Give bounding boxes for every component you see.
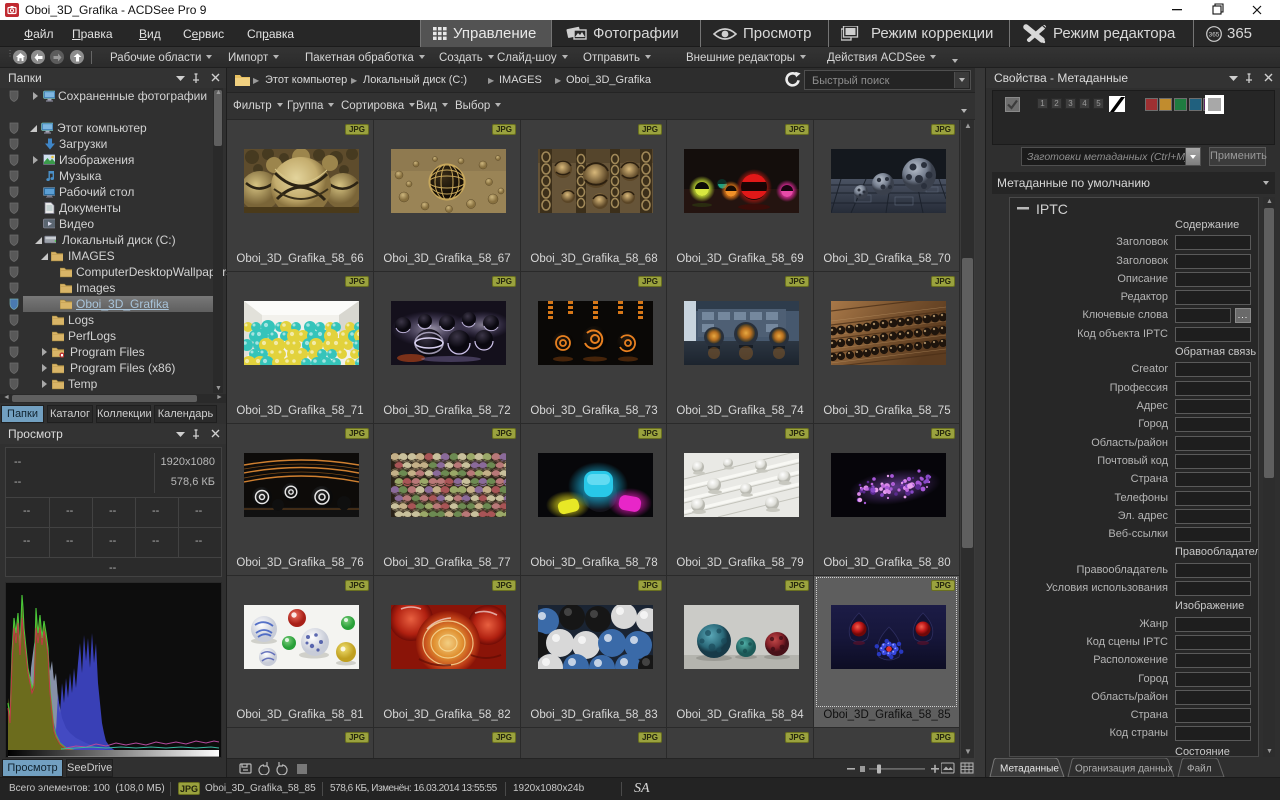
svg-text:365: 365 — [1209, 32, 1220, 39]
svg-text:Организация данных: Организация данных — [1075, 764, 1173, 775]
svg-text:Файл: Файл — [1187, 764, 1212, 775]
svg-text:Метаданные: Метаданные — [1000, 764, 1059, 775]
